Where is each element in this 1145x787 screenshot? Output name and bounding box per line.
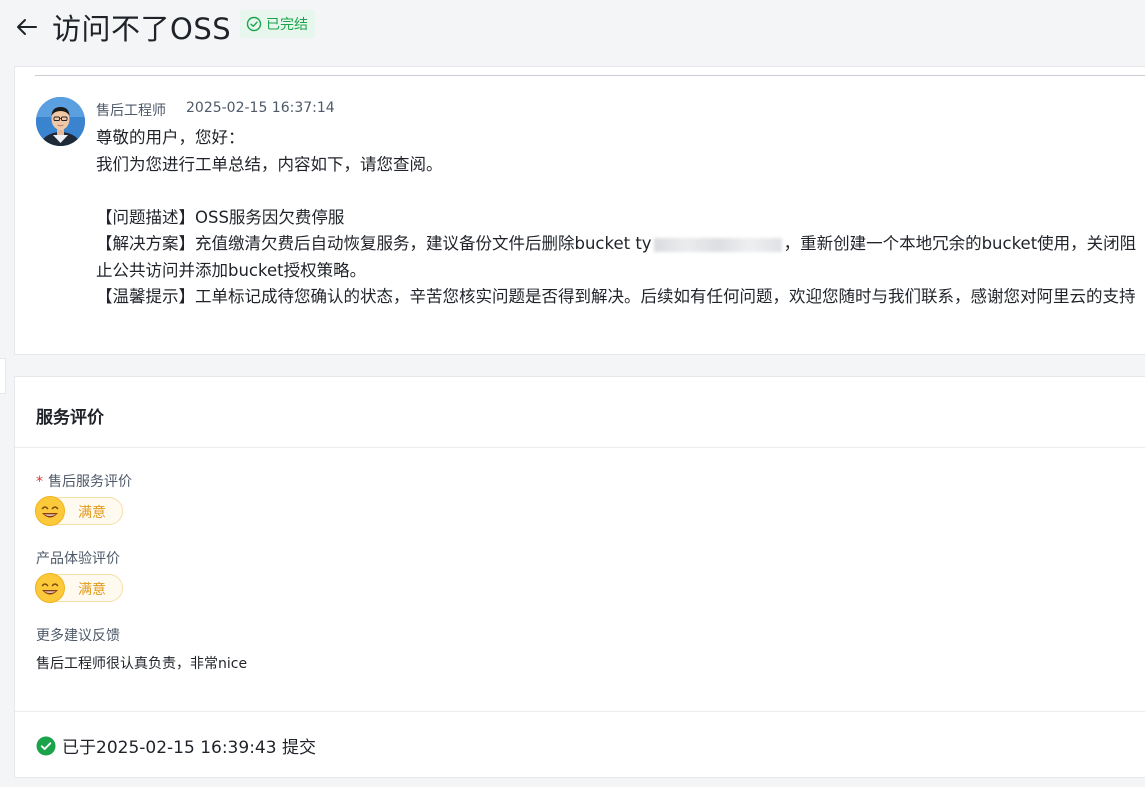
feedback-label: 更多建议反馈 xyxy=(36,628,120,644)
message-tip: 【温馨提示】工单标记成待您确认的状态，辛苦您核实问题是否得到解决。后续如有任何问… xyxy=(96,287,1136,306)
page-title: 访问不了OSS xyxy=(52,12,232,46)
message-greeting: 尊敬的用户，您好： xyxy=(96,128,245,147)
message-card: 售后工程师 2025-02-15 16:37:14 尊敬的用户，您好： 我们为您… xyxy=(14,66,1145,355)
message-problem: 【问题描述】OSS服务因欠费停服 xyxy=(96,207,345,227)
engineer-avatar-icon xyxy=(36,97,85,146)
message-intro: 我们为您进行工单总结，内容如下，请您查阅。 xyxy=(96,154,443,174)
product-rating-badge: 满意 xyxy=(35,573,123,603)
product-rating-label: 产品体验评价 xyxy=(36,551,120,567)
check-circle-filled-icon xyxy=(36,736,56,755)
status-badge: 已完结 xyxy=(240,10,315,38)
product-rating-value: 满意 xyxy=(78,582,106,598)
message-solution: 【解决方案】充值缴清欠费后自动恢复服务，建议备份文件后删除bucket ty ，重… xyxy=(96,231,1145,284)
check-circle-outline-icon xyxy=(246,16,262,32)
after-sales-rating-badge: 满意 xyxy=(35,496,123,526)
back-button[interactable] xyxy=(14,14,40,42)
message-timestamp: 2025-02-15 16:37:14 xyxy=(186,100,335,116)
message-divider xyxy=(35,75,1145,76)
avatar xyxy=(36,97,85,146)
required-mark: * xyxy=(36,474,43,490)
ticket-header: 访问不了OSS 已完结 xyxy=(0,0,1145,58)
feedback-text: 售后工程师很认真负责，非常nice xyxy=(36,656,248,672)
status-text: 已完结 xyxy=(266,17,308,33)
after-sales-label-text: 售后服务评价 xyxy=(48,474,132,490)
smile-emoji-icon xyxy=(35,496,65,526)
section-divider xyxy=(15,447,1145,448)
submitted-text: 已于2025-02-15 16:39:43 提交 xyxy=(62,738,316,758)
footer-divider xyxy=(15,711,1145,712)
after-sales-rating-value: 满意 xyxy=(78,505,106,521)
arrow-left-icon xyxy=(17,18,37,35)
side-collapse-tab[interactable] xyxy=(0,358,6,394)
after-sales-rating-label: * 售后服务评价 xyxy=(36,471,132,491)
redacted-bucket-name xyxy=(653,237,782,252)
message-author: 售后工程师 xyxy=(96,103,166,119)
solution-text-start: 【解决方案】充值缴清欠费后自动恢复服务，建议备份文件后删除bucket ty xyxy=(96,234,652,253)
message-body: 尊敬的用户，您好： 我们为您进行工单总结，内容如下，请您查阅。 【问题描述】OS… xyxy=(96,125,1145,311)
smile-emoji-icon xyxy=(35,573,65,603)
submitted-status: 已于2025-02-15 16:39:43 提交 xyxy=(36,733,316,758)
ticket-page: 访问不了OSS 已完结 售后工程师 2025-02-15 16:37:14 尊敬… xyxy=(0,0,1145,787)
section-title: 服务评价 xyxy=(36,408,104,428)
service-rating-card: 服务评价 * 售后服务评价 满意 产品体验评价 满意 更多建议反馈 售后工程师很… xyxy=(14,376,1145,778)
